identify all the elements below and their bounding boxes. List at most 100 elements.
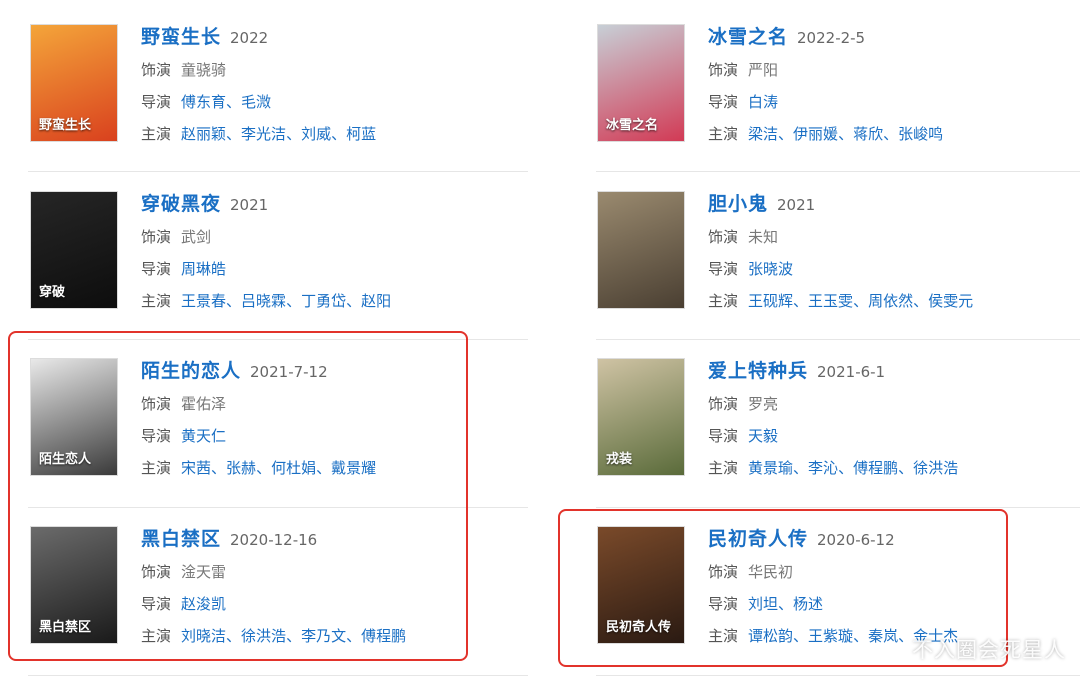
movie-info: 野蛮生长 2022 饰演 童骁骑 导演 傅东育、毛溦 主演 赵丽颖、李光洁、刘威、柯蓝 [141, 24, 541, 146]
movie-poster[interactable]: 戎装 [597, 358, 685, 476]
movie-poster[interactable]: 穿破 [30, 191, 118, 309]
cast-link[interactable]: 张峻鸣 [898, 125, 943, 143]
director-link[interactable]: 傅东育 [181, 93, 226, 111]
role-name: 童骁骑 [181, 61, 227, 79]
cast-link[interactable]: 傅程鹏 [853, 459, 898, 477]
separator: 、 [286, 292, 302, 310]
movie-card: 胆小鬼 2021 饰演 未知 导演 张晓波 主演 王砚辉、王玉雯、周依然、侯雯元 [597, 191, 1080, 341]
cast-link[interactable]: 赵丽颖 [181, 125, 226, 143]
cast-row: 主演 梁洁、伊丽媛、蒋欣、张峻鸣 [708, 122, 1080, 146]
cast-row-label: 主演 [141, 292, 172, 310]
cast-link[interactable]: 王景春 [181, 292, 226, 310]
movie-poster[interactable] [597, 191, 685, 309]
release-date: 2021 [230, 196, 269, 214]
cast-link[interactable]: 徐洪浩 [913, 459, 958, 477]
movie-card: 野蛮生长 野蛮生长 2022 饰演 童骁骑 导演 傅东育、毛溦 主演 赵丽颖、李光洁、刘威、柯蓝 [30, 24, 550, 174]
cast-row-label: 主演 [708, 125, 739, 143]
movie-info: 冰雪之名 2022-2-5 饰演 严阳 导演 白涛 主演 梁洁、伊丽媛、蒋欣、张峻鸣 [708, 24, 1080, 146]
cast-link[interactable]: 丁勇岱 [301, 292, 346, 310]
director-link[interactable]: 天毅 [748, 427, 778, 445]
cast-row: 主演 王景春、吕晓霖、丁勇岱、赵阳 [141, 289, 541, 313]
separator: 、 [346, 292, 362, 310]
director-row-label: 导演 [708, 93, 739, 111]
director-link[interactable]: 毛溦 [241, 93, 271, 111]
director-link[interactable]: 白涛 [748, 93, 778, 111]
cast-link[interactable]: 刘威 [301, 125, 331, 143]
cast-link[interactable]: 蒋欣 [853, 125, 883, 143]
release-date: 2021-6-1 [817, 363, 886, 381]
cast-link[interactable]: 吕晓霖 [241, 292, 286, 310]
cast-link[interactable]: 侯雯元 [928, 292, 973, 310]
director-link[interactable]: 张晓波 [748, 260, 793, 278]
cast-link[interactable]: 王砚辉 [748, 292, 793, 310]
cast-link[interactable]: 黄景瑜 [748, 459, 793, 477]
movie-title-link[interactable]: 爱上特种兵 [708, 360, 808, 382]
release-date: 2022 [230, 29, 269, 47]
role-name: 未知 [748, 228, 779, 246]
title-row: 冰雪之名 2022-2-5 [708, 24, 1080, 50]
release-date: 2022-2-5 [797, 29, 866, 47]
poster-title-text: 穿破 [39, 285, 66, 300]
cast-row-label: 主演 [708, 292, 739, 310]
separator: 、 [793, 459, 809, 477]
director-row-label: 导演 [141, 93, 172, 111]
cast-link[interactable]: 赵阳 [361, 292, 391, 310]
title-row: 爱上特种兵 2021-6-1 [708, 358, 1080, 384]
director-link[interactable]: 周琳皓 [181, 260, 226, 278]
separator: 、 [883, 125, 899, 143]
role-name: 武剑 [181, 228, 212, 246]
role-row: 饰演 未知 [708, 225, 1080, 249]
movie-title-link[interactable]: 野蛮生长 [141, 26, 221, 48]
poster-art [598, 192, 684, 308]
cast-link[interactable]: 伊丽媛 [793, 125, 838, 143]
movie-card: 冰雪之名 冰雪之名 2022-2-5 饰演 严阳 导演 白涛 主演 梁洁、伊丽媛、蒋欣、张峻鸣 [597, 24, 1080, 174]
cast-row: 主演 赵丽颖、李光洁、刘威、柯蓝 [141, 122, 541, 146]
highlight-box-left [8, 331, 468, 661]
movie-info: 爱上特种兵 2021-6-1 饰演 罗亮 导演 天毅 主演 黄景瑜、李沁、傅程鹏、徐洪浩 [708, 358, 1080, 480]
role-name: 严阳 [748, 61, 779, 79]
cast-link[interactable]: 梁洁 [748, 125, 778, 143]
director-row: 导演 张晓波 [708, 257, 1080, 281]
separator: 、 [778, 125, 794, 143]
separator: 、 [793, 292, 809, 310]
role-name: 罗亮 [748, 395, 779, 413]
role-label: 饰演 [708, 395, 739, 413]
cast-row: 主演 王砚辉、王玉雯、周依然、侯雯元 [708, 289, 1080, 313]
director-row-label: 导演 [141, 260, 172, 278]
director-row: 导演 白涛 [708, 90, 1080, 114]
poster-title-text: 野蛮生长 [39, 118, 92, 133]
cast-row-label: 主演 [708, 459, 739, 477]
movie-info: 穿破黑夜 2021 饰演 武剑 导演 周琳皓 主演 王景春、吕晓霖、丁勇岱、赵阳 [141, 191, 541, 313]
cast-link[interactable]: 周依然 [868, 292, 913, 310]
movie-title-link[interactable]: 穿破黑夜 [141, 193, 221, 215]
separator: 、 [226, 292, 242, 310]
separator: 、 [853, 292, 869, 310]
cast-link[interactable]: 王玉雯 [808, 292, 853, 310]
separator: 、 [838, 459, 854, 477]
poster-title-text: 冰雪之名 [606, 118, 659, 133]
title-row: 野蛮生长 2022 [141, 24, 541, 50]
role-row: 饰演 武剑 [141, 225, 541, 249]
cast-link[interactable]: 柯蓝 [346, 125, 376, 143]
role-row: 饰演 童骁骑 [141, 58, 541, 82]
poster-title-text: 戎装 [606, 452, 633, 467]
role-label: 饰演 [708, 61, 739, 79]
director-row: 导演 周琳皓 [141, 257, 541, 281]
director-row: 导演 傅东育、毛溦 [141, 90, 541, 114]
cast-link[interactable]: 李沁 [808, 459, 838, 477]
watermark-text: 不入圈会死星人 [912, 638, 1066, 662]
separator: 、 [331, 125, 347, 143]
release-date: 2021 [777, 196, 816, 214]
movie-poster[interactable]: 冰雪之名 [597, 24, 685, 142]
movie-card: 戎装 爱上特种兵 2021-6-1 饰演 罗亮 导演 天毅 主演 黄景瑜、李沁、傅程鹏、徐洪浩 [597, 358, 1080, 508]
role-label: 饰演 [141, 61, 172, 79]
cast-link[interactable]: 李光洁 [241, 125, 286, 143]
separator: 、 [838, 125, 854, 143]
separator: 、 [286, 125, 302, 143]
movie-title-link[interactable]: 胆小鬼 [708, 193, 768, 215]
role-label: 饰演 [141, 228, 172, 246]
movie-title-link[interactable]: 冰雪之名 [708, 26, 788, 48]
director-row: 导演 天毅 [708, 424, 1080, 448]
director-row-label: 导演 [708, 260, 739, 278]
movie-poster[interactable]: 野蛮生长 [30, 24, 118, 142]
